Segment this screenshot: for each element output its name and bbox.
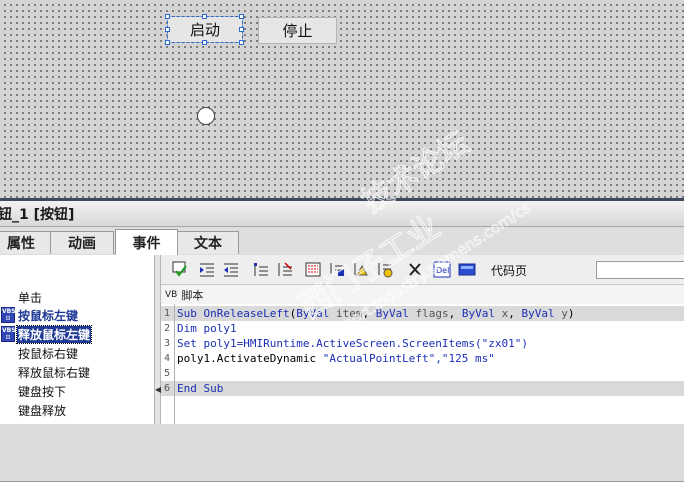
param: flags xyxy=(415,307,449,320)
screen-canvas[interactable]: 启动 停止 xyxy=(0,0,684,198)
code-string: "ActualPointLeft","125 ms" xyxy=(322,352,495,365)
set-bookmark-icon[interactable] xyxy=(352,261,370,278)
svg-text:Del: Del xyxy=(436,266,449,275)
uncomment-icon[interactable] xyxy=(276,261,294,278)
resize-handle-ne[interactable] xyxy=(239,14,244,19)
function-list-icon[interactable]: Del xyxy=(433,261,451,278)
vbs-script-icon: VBS ⁝⁝ xyxy=(1,326,16,342)
properties-title-bar: 钮_1 [按钮] xyxy=(0,201,684,227)
code-text: Dim poly1 xyxy=(177,322,237,335)
resize-handle-n[interactable] xyxy=(202,14,207,19)
properties-title: 钮_1 [按钮] xyxy=(0,206,75,223)
event-list: 单击 VBS ⁝⁝ 按鼠标左键 VBS ⁝⁝ 释放鼠标左键 按鼠标右键 释放鼠标右键… xyxy=(0,255,155,424)
tab-properties[interactable]: 属性 xyxy=(0,231,52,254)
resize-handle-se[interactable] xyxy=(239,40,244,45)
resize-handle-s[interactable] xyxy=(202,40,207,45)
resize-handle-e[interactable] xyxy=(239,27,244,32)
script-toolbar: Del 代码页 xyxy=(161,255,684,285)
code-line[interactable]: 1 Sub OnReleaseLeft(ByVal item, ByVal fl… xyxy=(161,306,684,321)
script-header-label: 脚本 xyxy=(181,288,204,302)
delete-icon[interactable] xyxy=(406,261,424,278)
tab-text[interactable]: 文本 xyxy=(177,231,239,254)
stop-button[interactable]: 停止 xyxy=(258,17,337,44)
event-item-label: 按鼠标右键 xyxy=(18,347,79,361)
codepage-select[interactable] xyxy=(596,261,684,279)
keyword-byval: ByVal xyxy=(521,307,555,320)
tab-animation[interactable]: 动画 xyxy=(50,231,114,254)
vbs-script-icon: VBS ⁝⁝ xyxy=(1,307,16,323)
line-number: 2 xyxy=(163,323,171,334)
tab-events[interactable]: 事件 xyxy=(115,229,178,255)
event-item-press-right[interactable]: 按鼠标右键 xyxy=(0,344,154,363)
script-header: VB 脚本 xyxy=(161,285,684,304)
tab-events-label: 事件 xyxy=(132,235,161,252)
code-text: Set poly1=HMIRuntime.ActiveScreen.Screen… xyxy=(177,337,528,350)
indent-icon[interactable] xyxy=(198,261,216,278)
line-number: 5 xyxy=(163,368,171,379)
event-item-key-down[interactable]: 键盘按下 xyxy=(0,382,154,401)
line-number: 1 xyxy=(163,308,171,319)
code-text: poly1.ActivateDynamic "ActualPointLeft",… xyxy=(177,351,495,366)
keyword-byval: ByVal xyxy=(375,307,409,320)
event-item-click[interactable]: 单击 xyxy=(0,288,154,307)
event-item-label: 释放鼠标左键 xyxy=(15,325,93,344)
event-item-key-up[interactable]: 键盘释放 xyxy=(0,401,154,420)
code-line[interactable]: 4 poly1.ActivateDynamic "ActualPointLeft… xyxy=(161,351,684,366)
editor-gutter xyxy=(174,304,175,424)
code-line[interactable]: 2 Dim poly1 xyxy=(161,321,684,336)
event-item-press-left[interactable]: VBS ⁝⁝ 按鼠标左键 xyxy=(0,306,154,325)
sub-name: OnReleaseLeft xyxy=(203,307,290,320)
tab-animation-label: 动画 xyxy=(68,236,96,252)
event-item-release-right[interactable]: 释放鼠标右键 xyxy=(0,363,154,382)
param: y xyxy=(561,307,568,320)
properties-tabs: 属性 动画 事件 文本 xyxy=(0,228,684,482)
code-text: Sub OnReleaseLeft(ByVal item, ByVal flag… xyxy=(177,307,575,320)
circle-object[interactable] xyxy=(197,107,215,125)
resize-handle-nw[interactable] xyxy=(165,14,170,19)
event-item-label: 键盘释放 xyxy=(18,404,67,418)
event-item-release-left[interactable]: VBS ⁝⁝ 释放鼠标左键 xyxy=(0,325,154,344)
stop-button-label: 停止 xyxy=(282,22,313,40)
tab-text-label: 文本 xyxy=(194,236,222,252)
collapse-arrow-icon[interactable]: ◀ xyxy=(155,385,161,394)
keyword-sub: Sub xyxy=(177,307,197,320)
line-number: 4 xyxy=(163,353,171,364)
outdent-icon[interactable] xyxy=(222,261,240,278)
param: x xyxy=(501,307,509,320)
vb-prefix: VB xyxy=(165,289,178,300)
event-item-label: 单击 xyxy=(18,291,43,305)
check-syntax-icon[interactable] xyxy=(171,261,189,278)
goto-bookmark-icon[interactable] xyxy=(328,261,346,278)
tab-properties-label: 属性 xyxy=(7,236,35,252)
code-text: End Sub xyxy=(177,382,224,395)
line-number: 6 xyxy=(163,383,171,394)
codepage-label: 代码页 xyxy=(491,264,528,278)
event-item-label: 释放鼠标右键 xyxy=(18,366,91,380)
code-line[interactable]: 6 End Sub xyxy=(161,381,684,396)
clear-bookmark-icon[interactable] xyxy=(376,261,394,278)
comment-icon[interactable] xyxy=(252,261,270,278)
code-line[interactable]: 5 xyxy=(161,366,684,381)
code-object: poly1.ActivateDynamic xyxy=(177,352,323,365)
keyword-byval: ByVal xyxy=(461,307,495,320)
event-item-label: 按鼠标左键 xyxy=(18,309,79,323)
resize-handle-sw[interactable] xyxy=(165,40,170,45)
param: item xyxy=(335,307,363,320)
event-item-label: 键盘按下 xyxy=(18,385,67,399)
line-number: 3 xyxy=(163,338,171,349)
object-list-icon[interactable] xyxy=(458,261,476,278)
code-line[interactable]: 3 Set poly1=HMIRuntime.ActiveScreen.Scre… xyxy=(161,336,684,351)
resize-handle-w[interactable] xyxy=(165,27,170,32)
keyword-byval: ByVal xyxy=(296,307,330,320)
start-button[interactable]: 启动 xyxy=(167,16,243,43)
bookmark-list-icon[interactable] xyxy=(304,261,322,278)
script-editor[interactable]: 1 Sub OnReleaseLeft(ByVal item, ByVal fl… xyxy=(161,304,684,424)
start-button-label: 启动 xyxy=(189,21,220,39)
